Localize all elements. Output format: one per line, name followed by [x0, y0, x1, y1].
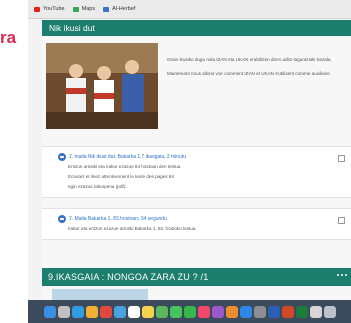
intro-paragraph-fr: Maintenant nous allons voir comment IZAN…	[167, 71, 330, 76]
maps-icon[interactable]	[155, 305, 168, 318]
activity-text-line: Irakur eta entzun ezazue artoski Bakarka…	[68, 226, 197, 231]
bookmark-maps[interactable]: Maps	[72, 6, 96, 12]
bookmark-youtube[interactable]: YouTube	[34, 6, 65, 12]
powerpoint-icon[interactable]	[281, 305, 294, 318]
calendar-icon[interactable]	[127, 305, 140, 318]
illustration-image	[46, 43, 158, 129]
notes-icon[interactable]	[141, 305, 154, 318]
dock	[28, 300, 351, 323]
activity-title[interactable]: 2. Maila Bakarka 1, 83.hostoan; 34 segun…	[69, 216, 167, 222]
course-content: Nik ikusi dut Orain ikusiko dugu nola IZ…	[42, 20, 351, 323]
safari-icon[interactable]	[71, 305, 84, 318]
bookmark-site[interactable]: Al-Herbef	[103, 6, 135, 12]
activity-card: 2. Maila Bakarka 1, 83.hostoan; 34 segun…	[42, 208, 351, 240]
intro-text: Orain ikusiko dugu nola IZAN eta UKAN er…	[167, 56, 349, 84]
books-icon[interactable]	[225, 305, 238, 318]
page: ra YouTube Maps Al-Herbef Nik ikusi dut	[0, 0, 351, 323]
settings-icon[interactable]	[253, 305, 266, 318]
section-header: 9.IKASGAIA : NONGOA ZARA ZU ? /1	[42, 268, 351, 286]
excel-icon[interactable]	[295, 305, 308, 318]
intro-block: Orain ikusiko dugu nola IZAN eta UKAN er…	[42, 40, 351, 132]
activity-title[interactable]: 2. maila Nik ikusi dut, Bakarka 1,7 ikas…	[69, 154, 186, 160]
activity-text-line: Ecoutez et lisez attentivement le texte …	[68, 174, 174, 179]
preview-icon[interactable]	[309, 305, 322, 318]
site-icon	[103, 6, 110, 12]
podcasts-icon[interactable]	[211, 305, 224, 318]
activity-icon	[58, 153, 66, 161]
bookmark-label: Al-Herbef	[112, 6, 136, 12]
activity-text-line: Entzun artoski eta irakur ezazue 84 host…	[68, 164, 181, 169]
activity-card: 2. maila Nik ikusi dut, Bakarka 1,7 ikas…	[42, 146, 351, 198]
browser-screen: YouTube Maps Al-Herbef Nik ikusi dut Ora…	[28, 0, 351, 323]
photos-icon[interactable]	[85, 305, 98, 318]
map-pin-icon	[72, 6, 79, 12]
appstore-icon[interactable]	[239, 305, 252, 318]
activity-text-line: egin ezazue laburpena (pdf).	[68, 184, 127, 189]
trash-icon[interactable]	[323, 305, 336, 318]
bookmarks-bar: YouTube Maps Al-Herbef	[28, 0, 351, 19]
activity-icon	[58, 215, 66, 223]
music-icon[interactable]	[197, 305, 210, 318]
facetime-icon[interactable]	[183, 305, 196, 318]
youtube-icon	[34, 6, 40, 12]
word-icon[interactable]	[267, 305, 280, 318]
completion-checkbox[interactable]	[338, 217, 345, 224]
bookmark-label: Maps	[81, 6, 96, 12]
section-menu-icon[interactable]	[337, 274, 347, 276]
activity-link-2[interactable]: 2. Maila Bakarka 1, 83.hostoan; 34 segun…	[58, 215, 167, 223]
completion-checkbox[interactable]	[338, 155, 345, 162]
section-title: 9.IKASGAIA : NONGOA ZARA ZU ? /1	[48, 272, 209, 282]
section-banner: Nik ikusi dut	[42, 20, 351, 36]
finder-icon[interactable]	[43, 305, 56, 318]
messages-icon[interactable]	[169, 305, 182, 318]
chrome-icon[interactable]	[99, 305, 112, 318]
mail-icon[interactable]	[113, 305, 126, 318]
activity-link-1[interactable]: 2. maila Nik ikusi dut, Bakarka 1,7 ikas…	[58, 153, 186, 161]
side-label: ra	[0, 28, 17, 47]
intro-paragraph-eu: Orain ikusiko dugu nola IZAN eta UKAN er…	[167, 57, 332, 62]
bookmark-label: YouTube	[43, 6, 65, 12]
launchpad-icon[interactable]	[57, 305, 70, 318]
